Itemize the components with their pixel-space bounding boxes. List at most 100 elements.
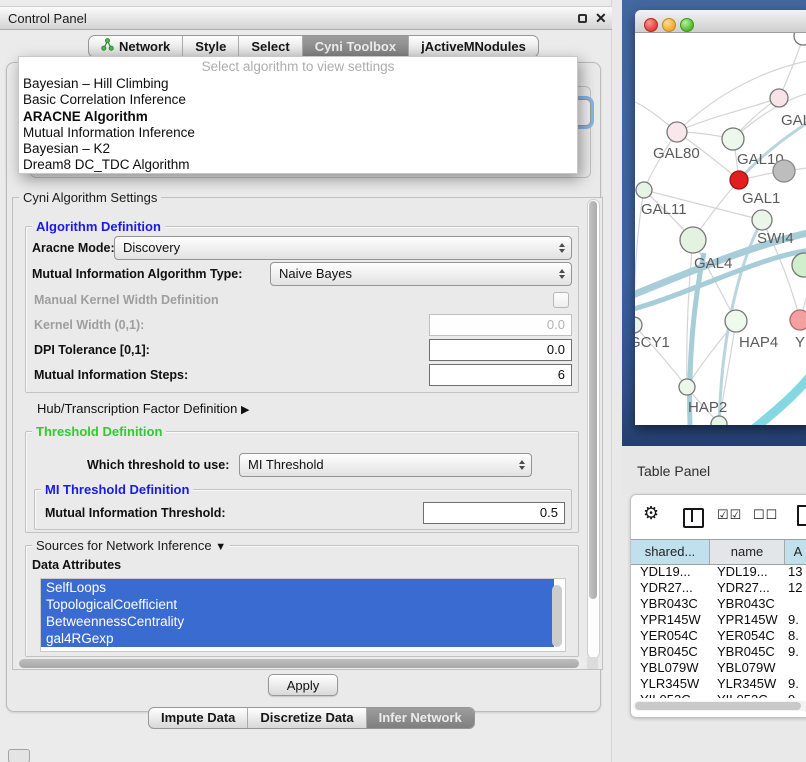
network-node[interactable] bbox=[725, 310, 747, 332]
network-node[interactable] bbox=[635, 317, 642, 333]
algorithm-dropdown: Select algorithm to view settings Bayesi… bbox=[18, 56, 578, 174]
columns-icon[interactable] bbox=[683, 508, 704, 528]
network-node[interactable] bbox=[794, 33, 806, 45]
network-node[interactable] bbox=[730, 171, 748, 189]
control-panel-tabbar: Network Style Select Cyni Toolbox jActiv… bbox=[88, 35, 539, 58]
algorithm-option[interactable]: Mutual Information Inference bbox=[19, 125, 577, 141]
tab-impute-data[interactable]: Impute Data bbox=[149, 708, 247, 728]
mi-threshold-title: MI Threshold Definition bbox=[41, 482, 193, 497]
algorithm-option[interactable]: Bayesian – Hill Climbing bbox=[19, 76, 577, 92]
algorithm-option[interactable]: Dream8 DC_TDC Algorithm bbox=[19, 157, 577, 173]
data-attribute-item[interactable]: SelfLoops bbox=[41, 579, 554, 596]
table-cell: YER054C bbox=[631, 628, 710, 644]
float-window-icon[interactable] bbox=[578, 14, 587, 23]
network-node[interactable] bbox=[773, 160, 795, 182]
manual-kernel-checkbox[interactable] bbox=[553, 292, 569, 308]
table-cell: YDR27... bbox=[710, 580, 785, 596]
tab-cyni-toolbox[interactable]: Cyni Toolbox bbox=[302, 36, 408, 57]
close-traffic-light-icon[interactable] bbox=[644, 18, 658, 32]
close-icon[interactable]: ✕ bbox=[595, 10, 607, 27]
deselect-all-icon[interactable]: ☐☐ bbox=[753, 507, 778, 523]
column-header-shared-name[interactable]: shared... bbox=[631, 540, 710, 564]
select-all-icon[interactable]: ☑☑ bbox=[717, 507, 742, 523]
list-scrollbar-thumb[interactable] bbox=[552, 585, 562, 647]
tab-cyni-toolbox-label: Cyni Toolbox bbox=[315, 36, 396, 58]
network-icon bbox=[101, 36, 114, 58]
tab-jactivemnodules[interactable]: jActiveMNodules bbox=[408, 36, 538, 57]
table-cell bbox=[785, 660, 806, 676]
settings-hscrollbar[interactable] bbox=[17, 658, 585, 669]
tab-select[interactable]: Select bbox=[238, 36, 301, 57]
table-row[interactable]: YBR045CYBR045C9. bbox=[631, 644, 806, 660]
settings-panel-title: Cyni Algorithm Settings bbox=[19, 190, 161, 205]
network-node[interactable] bbox=[680, 227, 706, 253]
table-cell: 9. bbox=[785, 676, 806, 692]
caret-right-icon: ▶ bbox=[241, 404, 249, 416]
mi-threshold-field[interactable]: 0.5 bbox=[423, 502, 565, 524]
table-row[interactable]: YPR145WYPR145W9. bbox=[631, 612, 806, 628]
algorithm-option[interactable]: Basic Correlation Inference bbox=[19, 92, 577, 108]
control-panel-title: Control Panel bbox=[8, 11, 87, 26]
table-row[interactable]: YIL052CYIL052C9. bbox=[631, 692, 806, 698]
network-node[interactable] bbox=[790, 310, 806, 330]
tab-network[interactable]: Network bbox=[89, 36, 182, 57]
tab-infer-network[interactable]: Infer Network bbox=[366, 708, 474, 728]
network-node[interactable] bbox=[722, 128, 744, 150]
table-cell bbox=[785, 596, 806, 612]
table-row[interactable]: YER054CYER054C8. bbox=[631, 628, 806, 644]
data-attribute-item[interactable]: gal4RGexp bbox=[41, 630, 554, 647]
tab-jactivemnodules-label: jActiveMNodules bbox=[421, 36, 526, 58]
apply-button[interactable]: Apply bbox=[268, 674, 338, 696]
algorithm-option[interactable]: ARACNE Algorithm bbox=[19, 109, 577, 125]
table-cell: YIL052C bbox=[710, 692, 785, 698]
aracne-mode-select[interactable]: Discovery bbox=[114, 236, 572, 260]
network-node-label: HAP2 bbox=[688, 399, 727, 416]
network-node[interactable] bbox=[636, 182, 652, 198]
table-cell: 9. bbox=[785, 644, 806, 660]
network-node[interactable] bbox=[679, 379, 695, 395]
table-row[interactable]: YDL19...YDL19...13 bbox=[631, 564, 806, 580]
network-canvas[interactable]: GALGAL80GAL10GAL1GAL11SWI4GAL4GCY1HAP4YH… bbox=[635, 33, 806, 425]
network-node[interactable] bbox=[770, 89, 788, 107]
settings-hscrollbar-thumb[interactable] bbox=[19, 659, 579, 668]
minimize-traffic-light-icon[interactable] bbox=[662, 18, 676, 32]
mi-threshold-group: MI Threshold Definition Mutual Informati… bbox=[34, 489, 572, 530]
column-header-clipped[interactable]: A bbox=[785, 540, 806, 564]
table-row[interactable]: YBR043CYBR043C bbox=[631, 596, 806, 612]
data-attribute-item[interactable]: TopologicalCoefficient bbox=[41, 596, 554, 613]
table-hscrollbar[interactable] bbox=[633, 701, 806, 711]
kernel-width-field[interactable]: 0.0 bbox=[429, 314, 572, 336]
settings-vscrollbar-thumb[interactable] bbox=[589, 201, 597, 599]
algorithm-option[interactable]: Bayesian – K2 bbox=[19, 141, 577, 157]
dpi-tolerance-field[interactable]: 0.0 bbox=[429, 339, 572, 361]
data-attributes-list[interactable]: SelfLoopsTopologicalCoefficientBetweenne… bbox=[40, 578, 566, 652]
mi-type-select[interactable]: Naive Bayes bbox=[270, 262, 572, 286]
zoom-traffic-light-icon[interactable] bbox=[680, 18, 694, 32]
export-table-icon[interactable] bbox=[797, 505, 806, 526]
mi-type-label: Mutual Information Algorithm Type: bbox=[32, 267, 242, 281]
network-node[interactable] bbox=[792, 253, 806, 277]
network-node[interactable] bbox=[752, 210, 772, 230]
tab-network-label: Network bbox=[119, 36, 170, 58]
table-row[interactable]: YLR345WYLR345W9. bbox=[631, 676, 806, 692]
column-header-name[interactable]: name bbox=[710, 540, 785, 564]
table-row[interactable]: YDR27...YDR27...12 bbox=[631, 580, 806, 596]
tab-style[interactable]: Style bbox=[182, 36, 238, 57]
tab-discretize-data[interactable]: Discretize Data bbox=[247, 708, 365, 728]
table-cell: 9. bbox=[785, 692, 806, 698]
algorithm-definition-title: Algorithm Definition bbox=[32, 219, 165, 234]
collapsed-panel-button[interactable] bbox=[8, 749, 30, 762]
sources-title[interactable]: Sources for Network Inference ▼ bbox=[32, 538, 230, 553]
table-cell: 9. bbox=[785, 612, 806, 628]
data-attribute-item[interactable]: BetweennessCentrality bbox=[41, 613, 554, 630]
table-hscrollbar-thumb[interactable] bbox=[635, 702, 801, 710]
mi-steps-field[interactable]: 6 bbox=[429, 364, 572, 386]
hub-section-toggle[interactable]: Hub/Transcription Factor Definition ▶ bbox=[37, 401, 249, 416]
table-cell: YBR045C bbox=[631, 644, 710, 660]
which-threshold-select[interactable]: MI Threshold bbox=[239, 453, 532, 477]
settings-vscrollbar[interactable] bbox=[587, 199, 600, 659]
table-cell: 8. bbox=[785, 628, 806, 644]
network-node[interactable] bbox=[667, 122, 687, 142]
table-row[interactable]: YBL079WYBL079W bbox=[631, 660, 806, 676]
gear-icon[interactable]: ⚙ bbox=[643, 503, 659, 524]
